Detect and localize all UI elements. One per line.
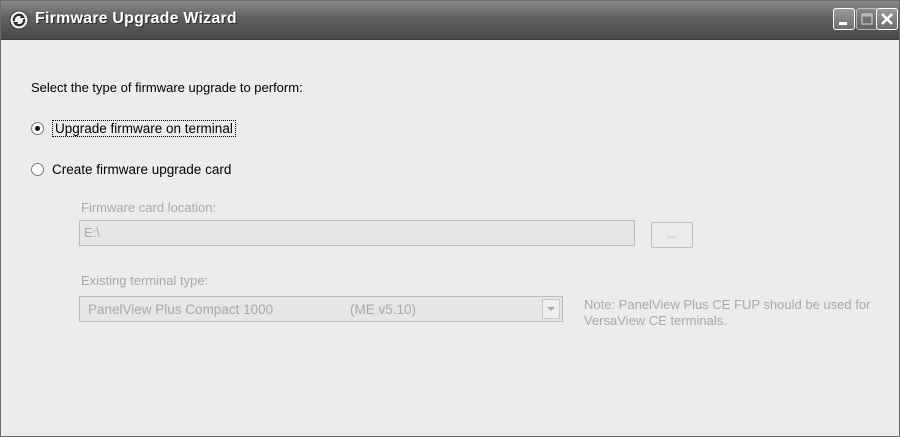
browse-button[interactable]: ... <box>651 222 693 248</box>
firmware-wizard-icon <box>9 10 29 30</box>
terminal-type-name: PanelView Plus Compact 1000 <box>88 302 274 317</box>
chevron-down-icon <box>547 307 555 311</box>
upgrade-on-terminal-label[interactable]: Upgrade firmware on terminal <box>52 120 236 137</box>
upgrade-type-prompt: Select the type of firmware upgrade to p… <box>31 80 303 95</box>
upgrade-on-terminal-radio[interactable] <box>31 122 44 135</box>
maximize-button[interactable] <box>856 8 878 30</box>
terminal-type-version: (ME v5.10) <box>350 302 417 317</box>
wizard-window: Firmware Upgrade Wizard Select the type … <box>0 0 900 437</box>
minimize-button[interactable] <box>833 8 855 30</box>
wizard-content: Select the type of firmware upgrade to p… <box>1 40 899 436</box>
option-create-upgrade-card[interactable]: Create firmware upgrade card <box>31 162 231 177</box>
close-button[interactable] <box>876 8 898 30</box>
firmware-card-location-label: Firmware card location: <box>81 200 217 215</box>
minimize-icon <box>839 22 847 25</box>
maximize-icon <box>861 13 873 25</box>
existing-terminal-type-label: Existing terminal type: <box>81 273 209 288</box>
close-icon <box>881 13 893 25</box>
firmware-card-location-field[interactable]: E:\ <box>79 220 635 246</box>
versaview-note: Note: PanelView Plus CE FUP should be us… <box>584 297 871 328</box>
option-upgrade-on-terminal[interactable]: Upgrade firmware on terminal <box>31 120 236 137</box>
dropdown-button[interactable] <box>542 299 560 319</box>
window-title: Firmware Upgrade Wizard <box>35 10 237 27</box>
title-bar[interactable]: Firmware Upgrade Wizard <box>1 1 899 40</box>
create-upgrade-card-radio[interactable] <box>31 163 44 176</box>
create-upgrade-card-label[interactable]: Create firmware upgrade card <box>52 162 231 177</box>
terminal-type-select[interactable]: PanelView Plus Compact 1000 (ME v5.10) <box>79 296 563 322</box>
